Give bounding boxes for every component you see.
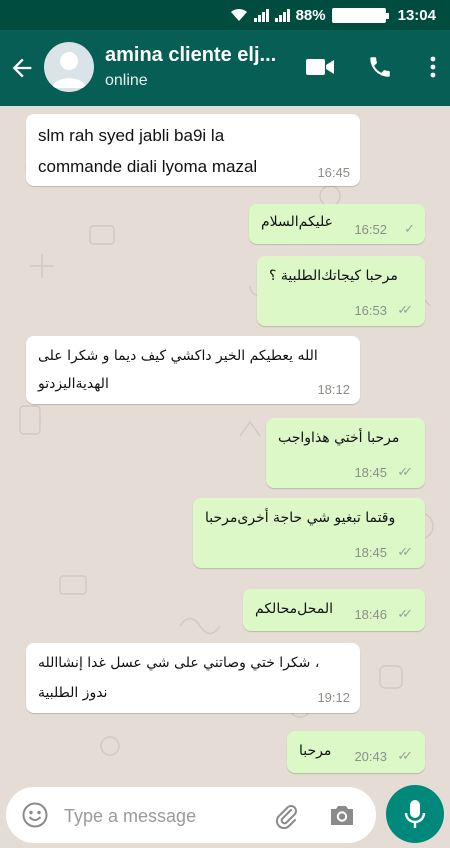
message-time: 16:53	[354, 303, 387, 318]
avatar[interactable]	[44, 42, 94, 92]
message-time: 18:45	[354, 465, 387, 480]
battery-icon	[331, 7, 389, 23]
message-placeholder: Type a message	[64, 806, 197, 826]
message-bubble-incoming[interactable]: الله يعطيكم الخير داكشي كيف ديما و شكرا …	[26, 336, 360, 404]
message-bubble-outgoing[interactable]: مرحبا أختي هذاواجب 18:45 ✓✓	[266, 418, 425, 488]
message-time: 19:12	[317, 690, 350, 705]
message-text: الهدية‌اليزدتو	[38, 376, 109, 392]
message-text: commande diali lyoma mazal	[38, 157, 258, 176]
status-bar: 88% 13:04	[0, 0, 450, 30]
composer-bar: Type a message	[0, 782, 450, 848]
message-bubble-outgoing[interactable]: عليكم‌السلام 16:52 ✓	[249, 204, 425, 244]
phone-icon[interactable]	[365, 52, 395, 82]
wifi-icon	[230, 8, 247, 21]
delivered-checks-icon: ✓✓	[397, 464, 413, 479]
chat-header: amina cliente elj... online	[0, 30, 450, 106]
message-text: وقتما تبغيو شي حاجة أخرى‌مرحبا	[205, 510, 396, 526]
microphone-button[interactable]	[386, 785, 444, 843]
message-text: الله يعطيكم الخير داكشي كيف ديما و شكرا …	[38, 348, 318, 364]
signal-icon	[253, 8, 269, 22]
message-bubble-incoming[interactable]: ، شكرا ختي وصاتني على شي عسل غدا إنشاالل…	[26, 643, 360, 713]
message-text: ، شكرا ختي وصاتني على شي عسل غدا إنشاالل…	[38, 655, 320, 671]
message-text: مرحبا أختي هذاواجب	[278, 430, 400, 446]
delivered-checks-icon: ✓✓	[397, 544, 413, 559]
message-list[interactable]: slm rah syed jabli ba9i la commande dial…	[0, 106, 450, 782]
message-text: عليكم‌السلام	[261, 214, 333, 230]
emoji-icon[interactable]	[22, 802, 48, 828]
camera-icon[interactable]	[328, 803, 356, 827]
default-avatar-icon	[52, 52, 86, 88]
message-text: المحل‌محالكم	[255, 601, 334, 617]
message-text: مرحبا كيجاتك‌الطلبية ؟	[269, 268, 398, 284]
message-bubble-outgoing[interactable]: مرحبا 20:43 ✓✓	[287, 731, 425, 773]
message-text: مرحبا	[299, 743, 332, 759]
message-time: 18:45	[354, 545, 387, 560]
paperclip-icon[interactable]	[274, 803, 298, 829]
message-text: slm rah syed jabli ba9i la	[38, 126, 225, 145]
more-vert-icon[interactable]	[418, 52, 448, 82]
contact-name[interactable]: amina cliente elj...	[105, 44, 276, 67]
delivered-checks-icon: ✓✓	[397, 302, 413, 317]
battery-percent: 88%	[295, 6, 326, 24]
delivered-checks-icon: ✓✓	[397, 748, 413, 763]
message-input[interactable]: Type a message	[6, 787, 376, 843]
video-camera-icon[interactable]	[305, 52, 335, 82]
message-bubble-outgoing[interactable]: المحل‌محالكم 18:46 ✓✓	[243, 589, 425, 631]
message-time: 18:46	[354, 607, 387, 622]
message-time: 20:43	[354, 749, 387, 764]
message-time: 18:12	[317, 382, 350, 397]
sent-check-icon: ✓	[404, 221, 415, 236]
presence-status: online	[105, 72, 148, 89]
message-bubble-outgoing[interactable]: مرحبا كيجاتك‌الطلبية ؟ 16:53 ✓✓	[257, 256, 425, 326]
message-time: 16:52	[354, 222, 387, 237]
microphone-icon	[404, 800, 426, 828]
message-text: ندوز الطلبية	[38, 685, 108, 701]
signal-icon	[274, 8, 290, 22]
message-time: 16:45	[317, 165, 350, 180]
message-bubble-outgoing[interactable]: وقتما تبغيو شي حاجة أخرى‌مرحبا 18:45 ✓✓	[193, 498, 425, 568]
delivered-checks-icon: ✓✓	[397, 606, 413, 621]
status-time: 13:04	[397, 6, 436, 24]
arrow-left-icon[interactable]	[8, 54, 36, 82]
message-bubble-incoming[interactable]: slm rah syed jabli ba9i la commande dial…	[26, 114, 360, 186]
